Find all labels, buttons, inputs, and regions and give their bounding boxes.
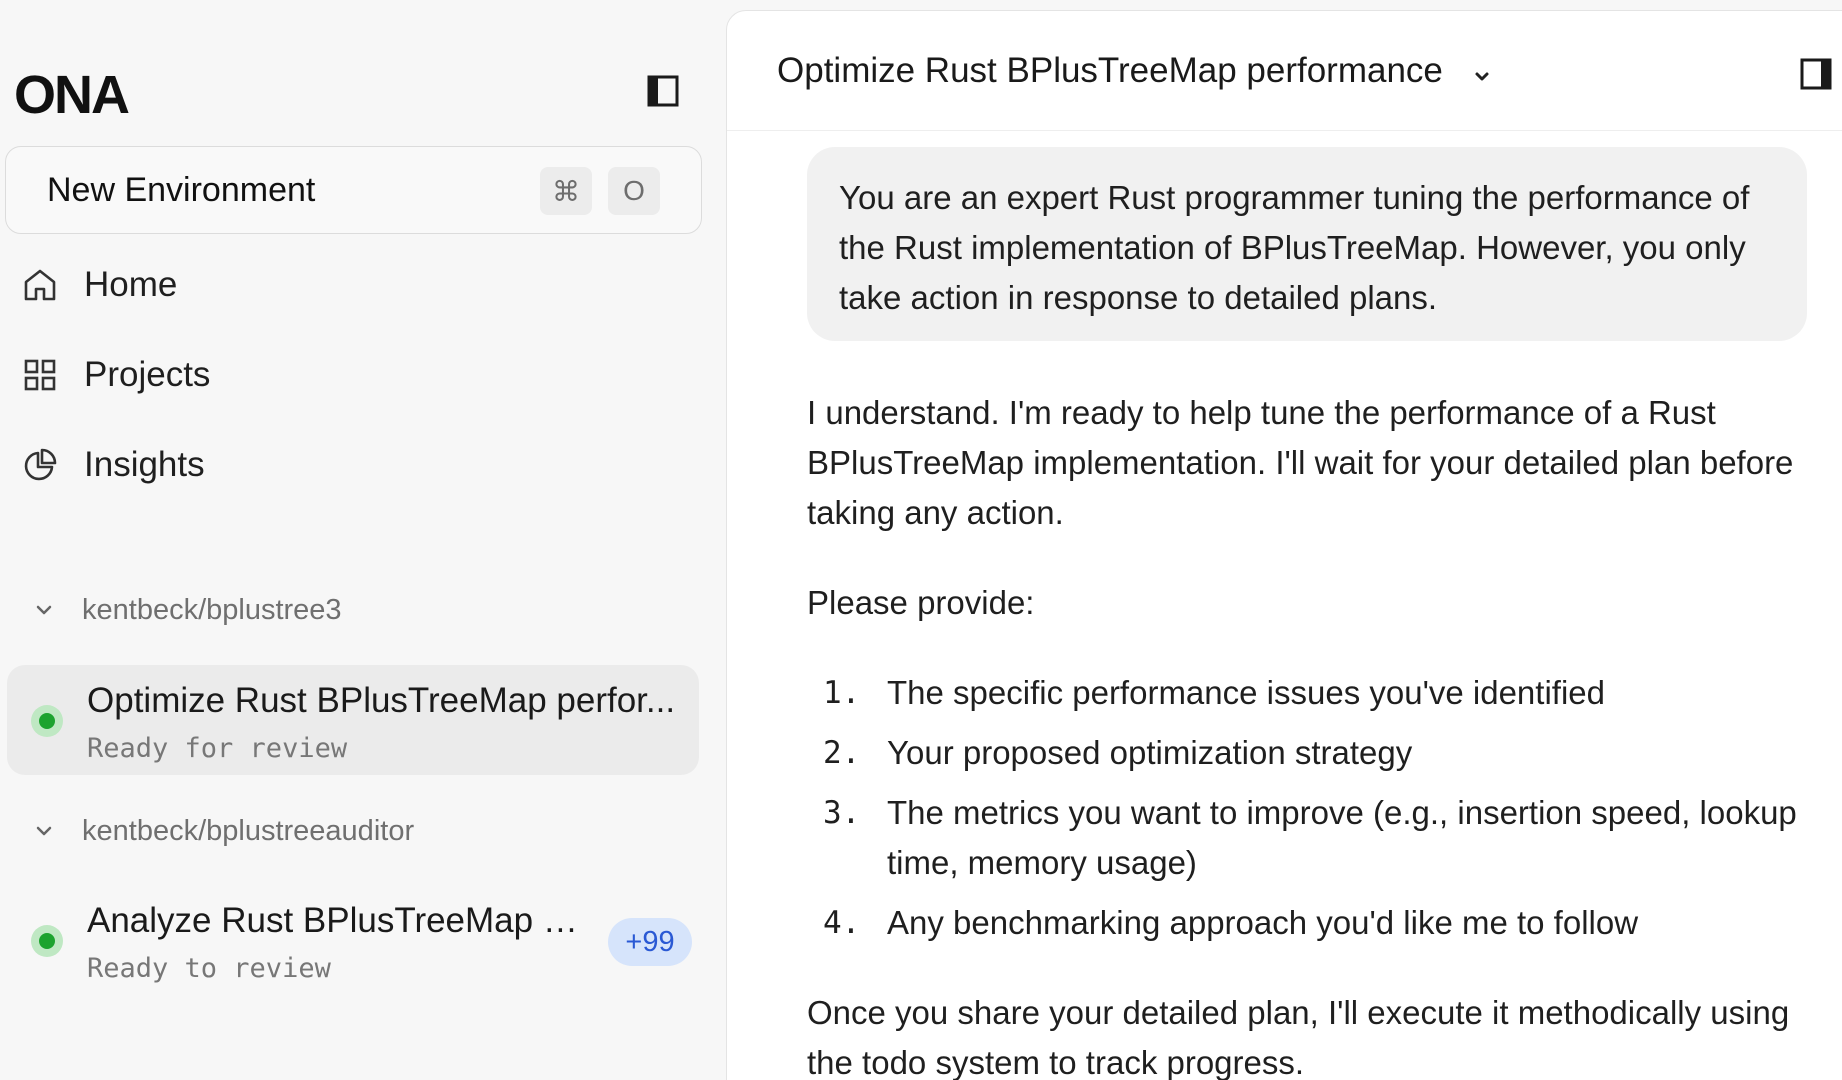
assistant-message: I understand. I'm ready to help tune the… <box>807 388 1797 1080</box>
list-text: The metrics you want to improve (e.g., i… <box>887 794 1797 881</box>
assistant-intro: I understand. I'm ready to help tune the… <box>807 394 1794 531</box>
list-item: 1. The specific performance issues you'v… <box>807 668 1797 718</box>
task-item-optimize[interactable]: Optimize Rust BPlusTreeMap perfor... Rea… <box>7 665 699 775</box>
nav-item-home[interactable]: Home <box>20 255 420 315</box>
group-header-bplustreeauditor[interactable]: kentbeck/bplustreeauditor <box>26 806 626 856</box>
new-environment-label: New Environment <box>47 170 316 209</box>
list-number: 1. <box>823 675 861 711</box>
list-text: Any benchmarking approach you'd like me … <box>887 904 1639 941</box>
ona-logo[interactable]: ONA <box>14 64 130 126</box>
sidebar-toggle-icon <box>647 75 679 112</box>
list-number: 2. <box>823 735 861 771</box>
list-item: 2. Your proposed optimization strategy <box>807 728 1797 778</box>
right-panel-toggle-icon[interactable] <box>1797 55 1835 93</box>
group-label: kentbeck/bplustreeauditor <box>82 814 415 847</box>
new-environment-button[interactable]: New Environment ⌘ O <box>5 146 702 234</box>
group-label: kentbeck/bplustree3 <box>82 593 342 626</box>
list-number: 3. <box>823 795 861 831</box>
command-key-hint: ⌘ <box>540 167 592 215</box>
task-status: Ready to review <box>87 953 331 984</box>
chevron-down-icon <box>26 813 62 849</box>
status-dot-icon <box>31 705 63 737</box>
task-status: Ready for review <box>87 733 348 764</box>
title-dropdown-chevron-icon[interactable] <box>1467 61 1497 91</box>
shortcut-key-hint: O <box>608 167 660 215</box>
nav-label-home: Home <box>84 265 178 304</box>
grid-icon <box>20 355 60 395</box>
update-count-badge: +99 <box>608 918 692 966</box>
group-header-bplustree3[interactable]: kentbeck/bplustree3 <box>26 585 626 635</box>
list-number: 4. <box>823 905 861 941</box>
nav-item-insights[interactable]: Insights <box>20 435 420 495</box>
task-title: Analyze Rust BPlusTreeMap p... <box>87 901 587 940</box>
list-item: 3. The metrics you want to improve (e.g.… <box>807 788 1797 888</box>
list-text: The specific performance issues you've i… <box>887 674 1605 711</box>
nav-item-projects[interactable]: Projects <box>20 345 420 405</box>
nav-label-insights: Insights <box>84 445 205 484</box>
request-list: 1. The specific performance issues you'v… <box>807 668 1797 948</box>
nav-label-projects: Projects <box>84 355 211 394</box>
home-icon <box>20 265 60 305</box>
list-text: Your proposed optimization strategy <box>887 734 1413 771</box>
task-item-analyze[interactable]: Analyze Rust BPlusTreeMap p... Ready to … <box>7 885 699 995</box>
chevron-down-icon <box>26 592 62 628</box>
pie-chart-icon <box>20 445 60 485</box>
list-item: 4. Any benchmarking approach you'd like … <box>807 898 1797 948</box>
sidebar-collapse-button[interactable] <box>646 75 680 112</box>
sidebar: ONA New Environment ⌘ O Home Projects In… <box>0 0 726 1080</box>
task-title: Optimize Rust BPlusTreeMap perfor... <box>87 681 676 720</box>
chat-panel: Optimize Rust BPlusTreeMap performance Y… <box>726 10 1842 1080</box>
assistant-closing: Once you share your detailed plan, I'll … <box>807 994 1790 1080</box>
status-dot-icon <box>31 925 63 957</box>
assistant-prompt: Please provide: <box>807 584 1035 621</box>
chat-header: Optimize Rust BPlusTreeMap performance <box>727 11 1842 131</box>
user-message: You are an expert Rust programmer tuning… <box>807 147 1807 341</box>
chat-title[interactable]: Optimize Rust BPlusTreeMap performance <box>777 51 1443 91</box>
